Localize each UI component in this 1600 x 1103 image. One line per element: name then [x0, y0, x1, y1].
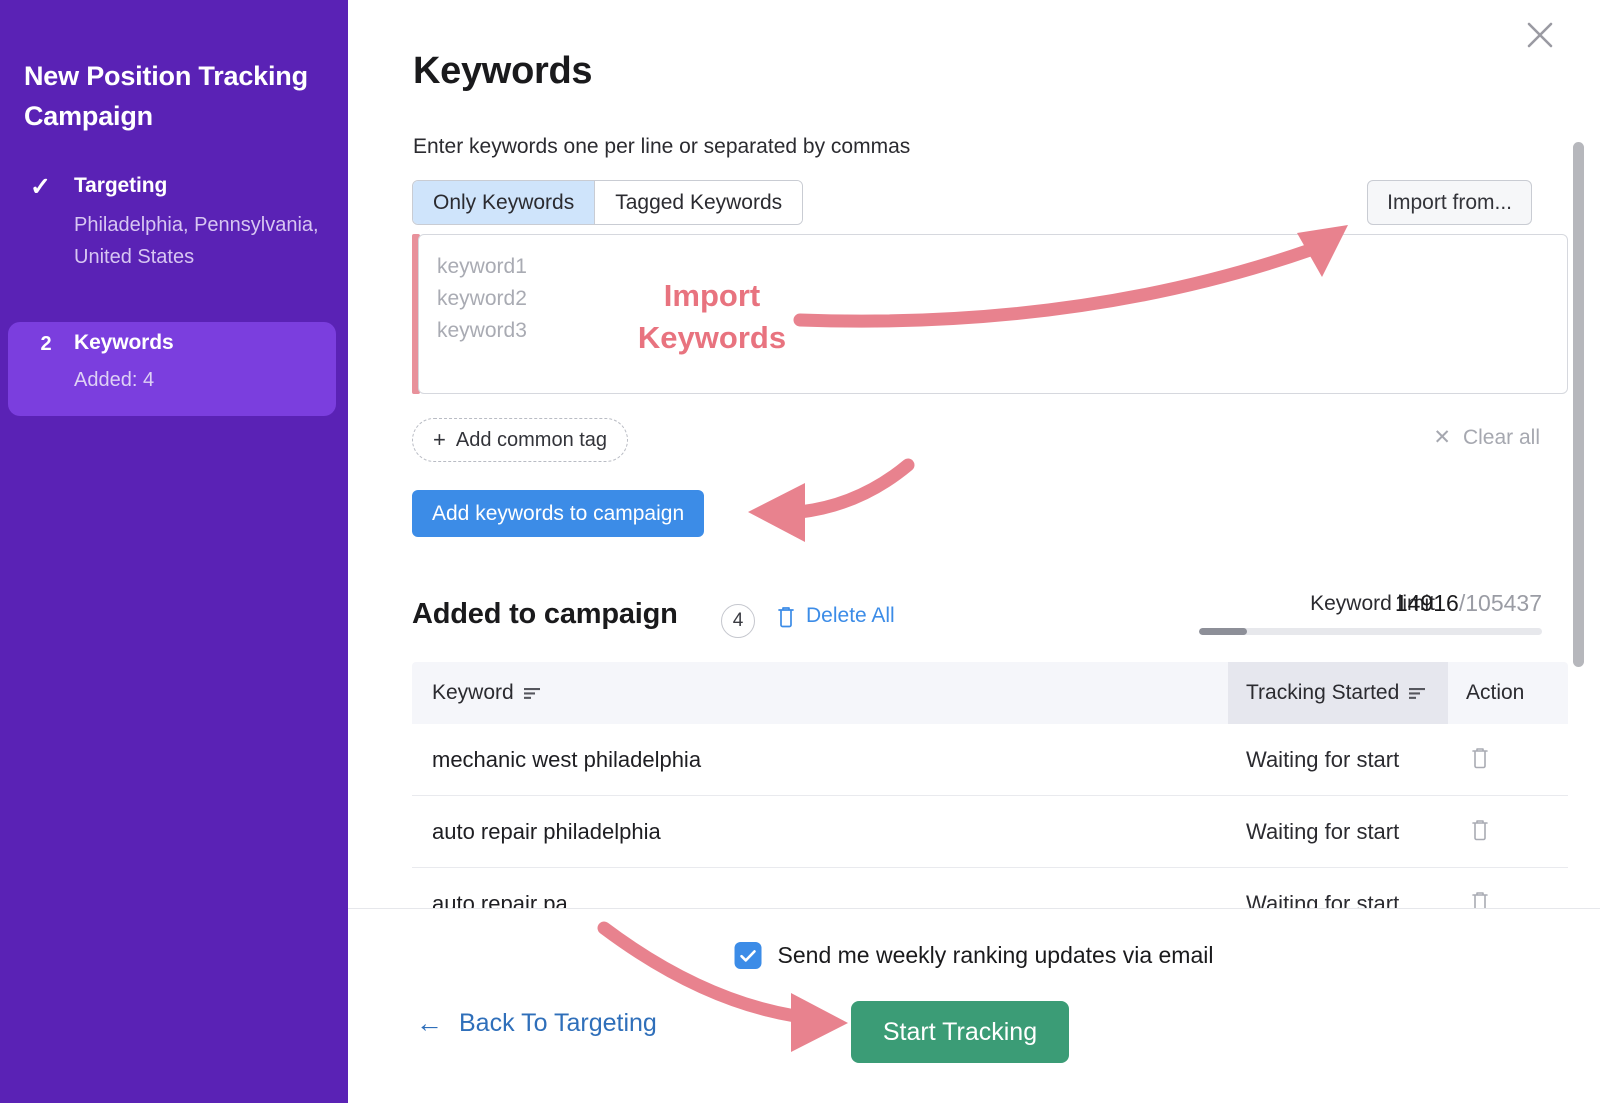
keyword-limit-progress-fill — [1199, 628, 1248, 635]
keyword-limit-used: 14916 — [1394, 590, 1459, 616]
cell-tracking-started: Waiting for start — [1246, 746, 1400, 772]
page-title: Keywords — [413, 50, 593, 92]
sidebar-step-keywords-number: 2 — [40, 333, 52, 355]
check-icon: ✓ — [30, 173, 51, 201]
column-header-tracking-started-label: Tracking Started — [1246, 681, 1400, 704]
keyword-mode-toggle: Only Keywords Tagged Keywords — [412, 180, 804, 225]
added-to-campaign-title: Added to campaign — [412, 598, 678, 630]
trash-icon — [1472, 819, 1488, 840]
table-row[interactable]: auto repair philadelphia Waiting for sta… — [412, 796, 1568, 868]
back-to-targeting-link[interactable]: ← Back To Targeting — [416, 1009, 657, 1038]
keyword-limit-value: 14916/105437 — [1395, 590, 1542, 617]
cell-keyword: mechanic west philadelphia — [432, 746, 702, 772]
keywords-textarea[interactable]: keyword1 keyword2 keyword3 — [418, 234, 1568, 394]
add-keywords-to-campaign-button[interactable]: Add keywords to campaign — [412, 490, 705, 537]
clear-all-button[interactable]: ✕ Clear all — [1433, 425, 1540, 450]
table-header: Keyword Tracking Started Action — [412, 662, 1568, 724]
delete-all-label: Delete All — [806, 604, 895, 627]
check-icon — [740, 949, 756, 962]
sidebar-step-keywords-sub: Added: 4 — [74, 369, 155, 391]
arrow-left-icon: ← — [416, 1008, 443, 1038]
keyword-limit-total: 105437 — [1465, 590, 1542, 616]
keywords-textarea-wrapper: keyword1 keyword2 keyword3 — [412, 234, 1568, 394]
weekly-updates-row: Send me weekly ranking updates via email — [734, 942, 1214, 969]
sidebar-step-targeting[interactable]: ✓ Targeting Philadelphia, Pennsylvania, … — [8, 165, 336, 305]
sidebar-step-keywords-label: Keywords — [74, 331, 174, 354]
trash-icon — [778, 606, 794, 627]
sort-icon[interactable] — [523, 686, 541, 701]
cell-keyword: auto repair philadelphia — [432, 818, 661, 844]
import-from-button[interactable]: Import from... — [1367, 180, 1532, 225]
sidebar-step-keywords[interactable]: 2 Keywords Added: 4 — [8, 322, 336, 416]
weekly-updates-label: Send me weekly ranking updates via email — [777, 942, 1214, 968]
table-row[interactable]: mechanic west philadelphia Waiting for s… — [412, 724, 1568, 796]
weekly-updates-checkbox[interactable] — [734, 942, 762, 969]
campaign-wizard-sidebar: New Position Tracking Campaign ✓ Targeti… — [0, 0, 348, 1103]
keywords-instructions: Enter keywords one per line or separated… — [413, 135, 911, 158]
add-common-tag-label: Add common tag — [455, 428, 608, 451]
back-to-targeting-label: Back To Targeting — [459, 1009, 657, 1037]
campaign-title: New Position Tracking Campaign — [24, 61, 308, 131]
scrollbar-thumb[interactable] — [1573, 142, 1584, 667]
close-small-icon: ✕ — [1433, 426, 1451, 449]
column-header-keyword[interactable]: Keyword — [412, 662, 1228, 724]
close-icon[interactable] — [1520, 15, 1560, 55]
trash-icon — [1472, 747, 1488, 768]
clear-all-label: Clear all — [1462, 425, 1540, 449]
row-delete-button[interactable] — [1448, 818, 1568, 846]
modal-footer: Send me weekly ranking updates via email… — [348, 908, 1600, 1103]
start-tracking-button[interactable]: Start Tracking — [851, 1001, 1069, 1063]
cell-tracking-started: Waiting for start — [1246, 818, 1400, 844]
column-header-tracking-started[interactable]: Tracking Started — [1228, 662, 1448, 724]
sidebar-step-targeting-sub: Philadelphia, Pennsylvania, United State… — [74, 214, 319, 268]
column-header-action: Action — [1466, 681, 1525, 704]
position-tracking-modal: New Position Tracking Campaign ✓ Targeti… — [0, 0, 1600, 1103]
add-common-tag-button[interactable]: + Add common tag — [412, 418, 629, 462]
keywords-textarea-placeholder: keyword1 keyword2 keyword3 — [437, 255, 527, 342]
sort-icon[interactable] — [1409, 686, 1426, 701]
keyword-limit-progress — [1199, 628, 1542, 635]
added-count-badge: 4 — [721, 604, 755, 638]
added-keywords-table: Keyword Tracking Started Action mechanic… — [412, 662, 1568, 940]
column-header-keyword-label: Keyword — [432, 681, 514, 704]
row-delete-button[interactable] — [1448, 746, 1568, 774]
sidebar-step-targeting-label: Targeting — [74, 174, 168, 197]
tab-tagged-keywords[interactable]: Tagged Keywords — [595, 181, 803, 224]
delete-all-button[interactable]: Delete All — [776, 604, 895, 628]
tab-only-keywords[interactable]: Only Keywords — [413, 181, 596, 224]
plus-icon: + — [433, 427, 446, 452]
